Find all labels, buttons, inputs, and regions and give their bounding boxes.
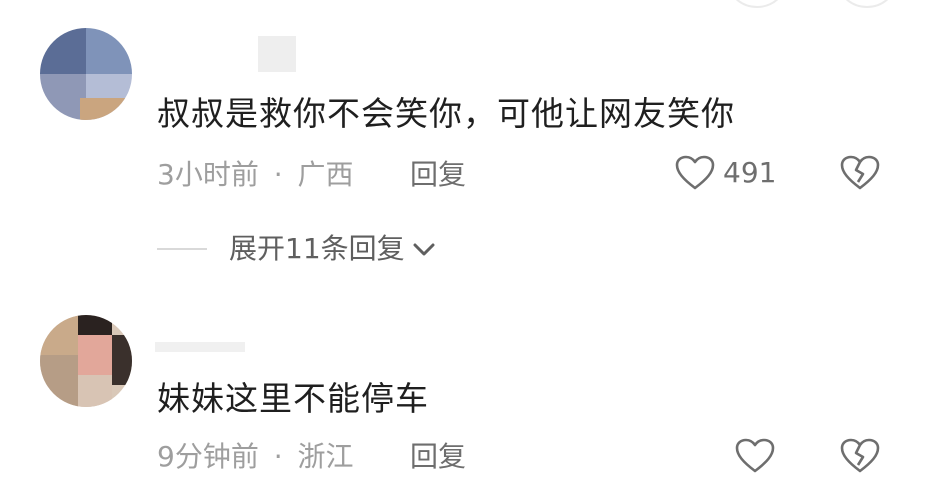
- heart-outline-icon: [735, 438, 775, 473]
- comment-text: 妹妹这里不能停车: [157, 379, 429, 418]
- chevron-down-icon: [413, 243, 435, 256]
- comment-time: 3小时前: [157, 158, 259, 191]
- comment-location: 广西: [297, 158, 354, 191]
- avatar[interactable]: [40, 315, 132, 407]
- comment-meta: 3小时前 · 广西: [157, 158, 354, 192]
- dislike-button[interactable]: [840, 438, 880, 478]
- like-count: 491: [723, 156, 777, 189]
- username-redacted[interactable]: [155, 342, 245, 352]
- comment-meta: 9分钟前 · 浙江: [157, 440, 354, 474]
- broken-heart-icon: [840, 155, 880, 190]
- username-redacted[interactable]: [258, 36, 296, 72]
- expand-replies-label: 展开11条回复: [229, 232, 405, 265]
- meta-separator: ·: [273, 440, 283, 473]
- avatar[interactable]: [40, 28, 132, 120]
- like-button[interactable]: [735, 438, 775, 474]
- reply-button[interactable]: 回复: [410, 440, 466, 474]
- expand-replies-button[interactable]: 展开11条回复: [157, 232, 437, 266]
- comment-location: 浙江: [297, 440, 354, 473]
- broken-heart-icon: [840, 438, 880, 473]
- divider-line: [157, 248, 207, 250]
- like-button[interactable]: 491: [675, 155, 776, 191]
- previous-comment-icon-fragment: [725, 0, 789, 8]
- comment-text: 叔叔是救你不会笑你，可他让网友笑你: [157, 94, 735, 133]
- previous-comment-icon-fragment: [835, 0, 899, 8]
- meta-separator: ·: [273, 158, 283, 191]
- dislike-button[interactable]: [840, 155, 880, 195]
- heart-outline-icon: [675, 155, 715, 190]
- comment-time: 9分钟前: [157, 440, 259, 473]
- reply-button[interactable]: 回复: [410, 158, 466, 192]
